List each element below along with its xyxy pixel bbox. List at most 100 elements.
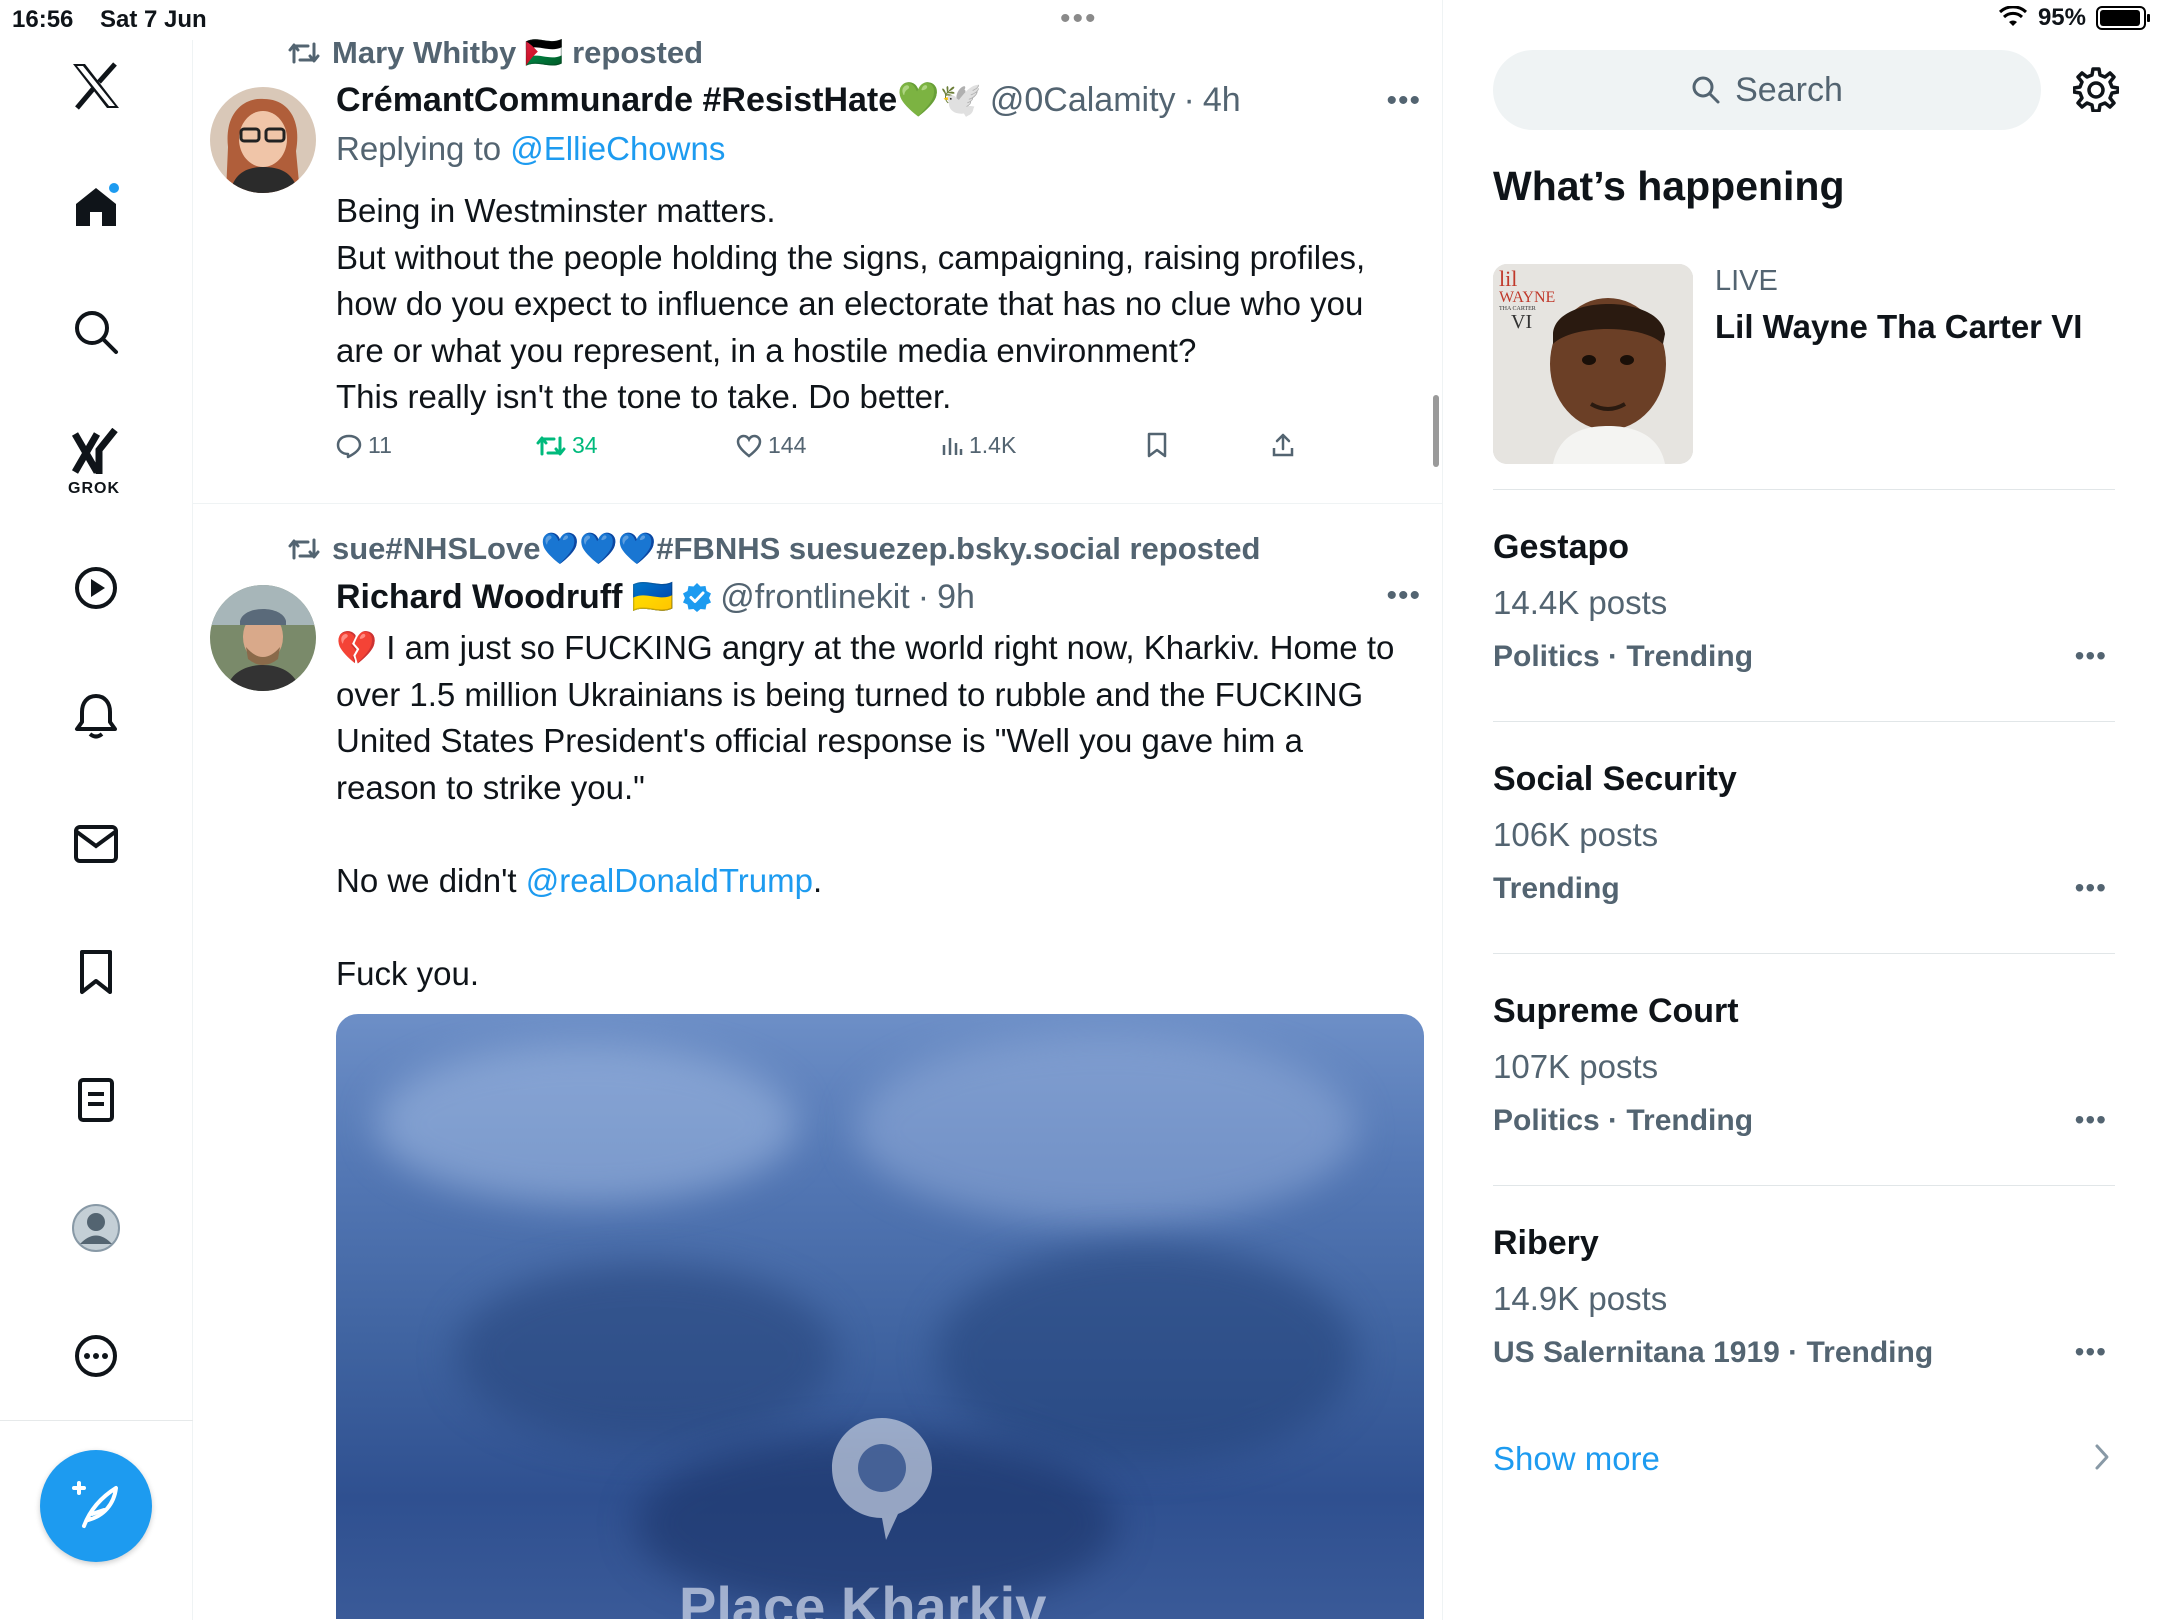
tweet-text-line: are or what you represent, in a hostile … (336, 331, 1197, 369)
trend-item[interactable]: Supreme Court 107K posts Politics · Tren… (1493, 992, 2115, 1182)
share-button[interactable] (1271, 432, 1295, 458)
mention-prefix: No we didn't (336, 861, 526, 899)
author-name[interactable]: Richard Woodruff 🇺🇦 (336, 577, 674, 617)
replying-to-prefix: Replying to (336, 130, 511, 167)
repost-context-text: sue#NHSLove💙💙💙#FBNHS suesuezep.bsky.soci… (332, 531, 1261, 566)
like-button[interactable]: 144 (736, 432, 806, 459)
trend-more-icon[interactable]: ••• (2075, 1336, 2107, 1368)
author-handle[interactable]: @0Calamity (990, 81, 1176, 120)
trend-name: Social Security (1493, 760, 1737, 798)
search-input[interactable]: Search (1493, 50, 2041, 130)
home-icon[interactable] (70, 180, 122, 232)
avatar[interactable] (210, 585, 316, 691)
chevron-right-icon[interactable] (2093, 1442, 2111, 1472)
cloud-shape (456, 1264, 836, 1444)
mention-link[interactable]: @realDonaldTrump (526, 862, 813, 899)
replying-to-mention[interactable]: @EllieChowns (510, 130, 725, 167)
tweet-text: 💔 I am just so FUCKING angry at the worl… (336, 625, 1431, 997)
trend-meta: US Salernitana 1919 · Trending (1493, 1336, 1934, 1369)
tweet-time[interactable]: 4h (1203, 81, 1241, 120)
trend-more-icon[interactable]: ••• (2075, 872, 2107, 904)
views-button[interactable]: 1.4K (941, 432, 1016, 459)
tweet-text-line: reason to strike you." (336, 768, 645, 806)
trend-meta: Politics · Trending (1493, 640, 1754, 673)
repost-context-text: Mary Whitby 🇵🇸 reposted (332, 35, 704, 70)
bookmarks-icon[interactable] (70, 946, 122, 998)
author-name[interactable]: CrémantCommunarde #ResistHate💚🕊️ (336, 80, 982, 120)
profile-avatar-icon[interactable] (70, 1202, 122, 1254)
tweet-media-video[interactable]: Place Kharkiv (336, 1014, 1424, 1619)
show-more-link[interactable]: Show more (1493, 1440, 1660, 1478)
explore-icon[interactable] (70, 306, 122, 358)
mention-suffix: . (812, 861, 823, 899)
cover-text-line: lil (1499, 266, 1518, 291)
repost-icon (536, 436, 566, 455)
whats-happening-title: What’s happening (1493, 163, 1845, 209)
live-cover-image[interactable]: lil WAYNE THA CARTER VI (1493, 264, 1693, 464)
notifications-icon[interactable] (70, 690, 122, 742)
tweet-text: Being in Westminster matters. But withou… (336, 188, 1431, 421)
author-handle[interactable]: @frontlinekit (720, 578, 909, 617)
tweet-author-line: CrémantCommunarde #ResistHate💚🕊️ @0Calam… (336, 80, 1241, 120)
trend-item[interactable]: Gestapo 14.4K posts Politics · Trending … (1493, 528, 2115, 718)
tweet-text-line: But without the people holding the signs… (336, 238, 1366, 276)
cloud-shape (856, 1034, 1356, 1224)
tweet[interactable]: Mary Whitby 🇵🇸 reposted CrémantCommunard… (193, 0, 1443, 505)
video-icon[interactable] (70, 562, 122, 614)
repost-icon (288, 538, 320, 559)
lists-icon[interactable] (70, 1074, 122, 1126)
tweet-text-line: Fuck you. (336, 954, 480, 992)
compose-post-button[interactable] (40, 1450, 152, 1562)
trend-name: Ribery (1493, 1224, 1599, 1262)
tweet-text-line: This really isn't the tone to take. Do b… (336, 378, 952, 415)
reply-count: 11 (368, 432, 392, 458)
views-chart-icon (942, 437, 963, 455)
status-date: Sat 7 Jun (100, 6, 207, 33)
views-count: 1.4K (969, 432, 1017, 458)
trend-posts: 107K posts (1493, 1048, 1659, 1085)
scrollbar[interactable] (1433, 395, 1439, 467)
grok-label: GROK (68, 480, 120, 497)
trend-posts: 14.9K posts (1493, 1280, 1668, 1317)
tweet[interactable]: sue#NHSLove💙💙💙#FBNHS suesuezep.bsky.soci… (193, 505, 1443, 1620)
trend-more-icon[interactable]: ••• (2075, 640, 2107, 672)
reply-button[interactable]: 11 (336, 432, 392, 459)
live-title[interactable]: Lil Wayne Tha Carter VI (1715, 308, 2082, 346)
trend-posts: 106K posts (1493, 816, 1659, 853)
tweet-time[interactable]: 9h (937, 578, 975, 617)
dot-separator: · (1183, 80, 1195, 119)
more-options-icon[interactable] (70, 1330, 122, 1382)
compose-feather-icon (72, 1481, 118, 1528)
repost-button[interactable]: 34 (536, 432, 598, 459)
repost-context: Mary Whitby 🇵🇸 reposted (288, 34, 703, 71)
x-logo-icon[interactable] (70, 60, 122, 112)
trend-more-icon[interactable]: ••• (2075, 1104, 2107, 1136)
avatar[interactable] (210, 87, 316, 193)
share-icon (1272, 433, 1294, 457)
tweet-text-line: United States President's official respo… (336, 722, 1303, 759)
grok-icon[interactable] (70, 426, 122, 478)
timeline-feed[interactable]: Mary Whitby 🇵🇸 reposted CrémantCommunard… (193, 0, 1443, 1620)
trend-item[interactable]: Social Security 106K posts Trending ••• (1493, 760, 2115, 950)
repost-count: 34 (572, 432, 598, 458)
tweet-actions: 11 34 144 1.4K (336, 432, 1336, 472)
tweet-text-line: 💔 I am just so FUCKING angry at the worl… (336, 629, 1395, 666)
repost-icon (288, 42, 320, 63)
messages-icon[interactable] (70, 818, 122, 870)
tweet-more-icon[interactable]: ••• (1386, 84, 1421, 118)
bookmark-button[interactable] (1146, 432, 1168, 458)
trend-divider (1493, 721, 2115, 722)
trend-item[interactable]: Ribery 14.9K posts US Salernitana 1919 ·… (1493, 1224, 2115, 1414)
left-navigation: GROK (0, 40, 193, 1620)
tweet-more-icon[interactable]: ••• (1386, 579, 1421, 613)
tweet-text-line: how do you expect to influence an electo… (336, 285, 1364, 322)
nav-divider (0, 1420, 193, 1421)
cloud-shape (936, 1244, 1356, 1464)
trend-divider (1493, 489, 2115, 490)
tweet-text-line: No we didn't @realDonaldTrump. (336, 858, 1431, 905)
settings-gear-icon[interactable] (2073, 66, 2119, 112)
trend-divider (1493, 1185, 2115, 1186)
cloud-shape (376, 1044, 796, 1204)
